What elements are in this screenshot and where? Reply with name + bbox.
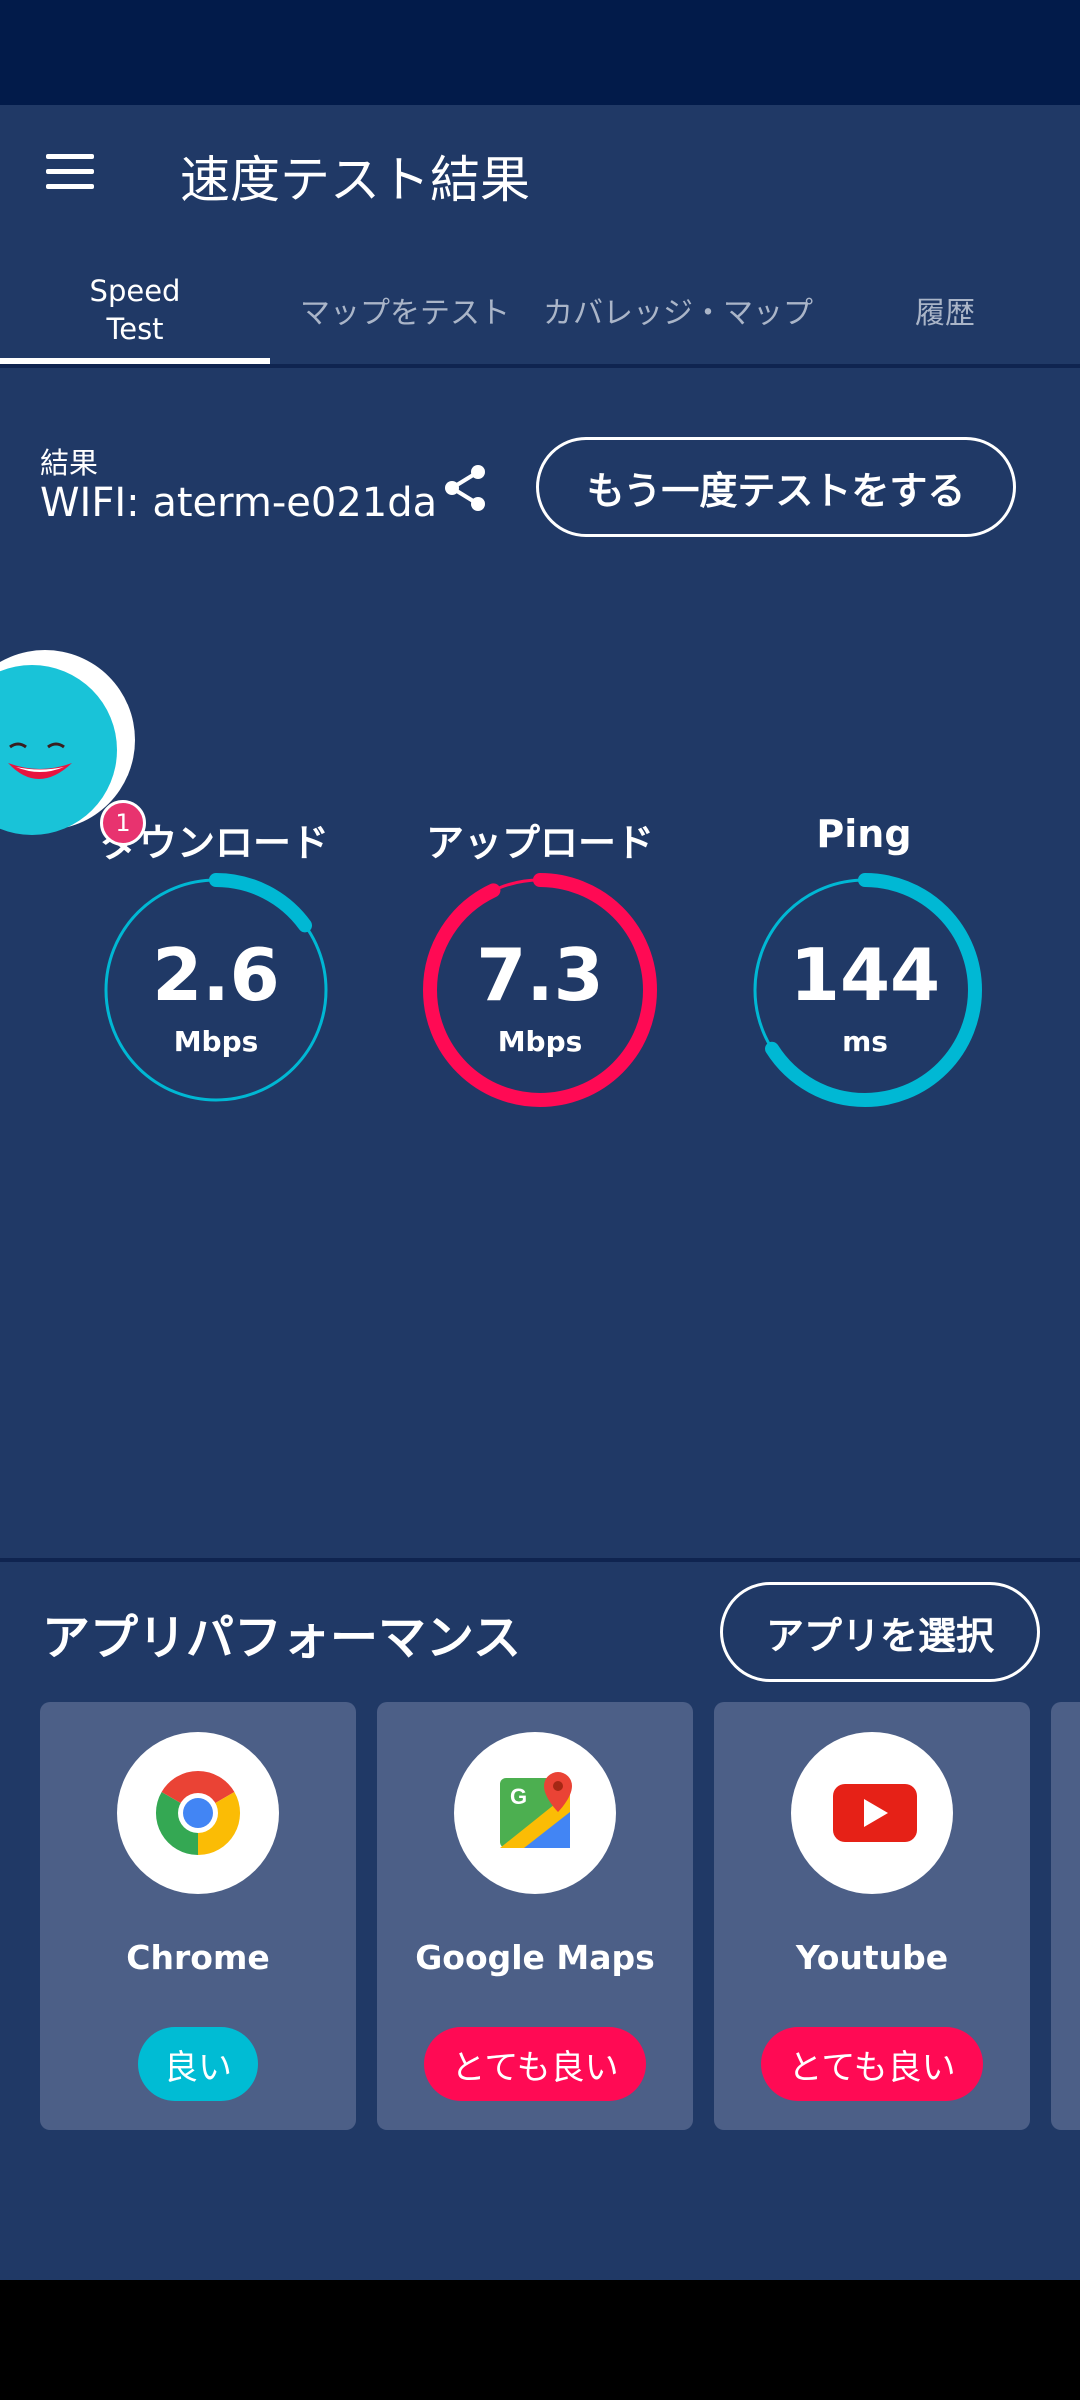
rating-badge: 良い: [138, 2027, 258, 2101]
notification-badge: 1: [100, 800, 146, 846]
ping-unit: ms: [842, 1025, 888, 1058]
tab-history-label: 履歴: [915, 296, 975, 331]
ping-value: 144: [789, 933, 941, 1017]
upload-unit: Mbps: [497, 1025, 583, 1058]
tab-coverage-map-label: カバレッジ・マップ: [543, 296, 813, 331]
tab-speed-test[interactable]: Speed Test: [0, 255, 270, 365]
section-divider: [0, 1558, 1080, 1562]
tab-speed-test-label: Speed Test: [89, 274, 181, 346]
app-card-chrome[interactable]: Chrome 良い: [40, 1702, 356, 2130]
tab-test-map-label: マップをテスト: [300, 296, 510, 331]
network-name: WIFI: aterm-e021da: [40, 480, 438, 526]
upload-value: 7.3: [476, 933, 604, 1017]
youtube-icon: [791, 1732, 953, 1894]
rating-badge: とても良い: [761, 2027, 983, 2101]
svg-text:G: G: [510, 1784, 527, 1809]
tab-test-map[interactable]: マップをテスト: [280, 255, 530, 365]
page-title: 速度テスト結果: [180, 151, 530, 209]
app-performance-title: アプリパフォーマンス: [42, 1610, 522, 1666]
chrome-icon: [117, 1732, 279, 1894]
system-navigation-bar: [0, 2280, 1080, 2400]
app-card-partial[interactable]: [1051, 1702, 1080, 2130]
upload-gauge: 7.3 Mbps: [415, 865, 665, 1115]
ping-gauge: 144 ms: [740, 865, 990, 1115]
share-icon[interactable]: [440, 462, 492, 514]
upload-label: アップロード: [425, 821, 654, 865]
app-name: Youtube: [795, 1938, 949, 1977]
download-gauge: 2.6 Mbps: [91, 865, 341, 1115]
select-apps-button[interactable]: アプリを選択: [720, 1582, 1040, 1682]
download-value: 2.6: [152, 933, 280, 1017]
google-maps-icon: G: [454, 1732, 616, 1894]
status-bar: [0, 0, 1080, 105]
rating-badge: とても良い: [424, 2027, 646, 2101]
download-unit: Mbps: [173, 1025, 259, 1058]
tab-coverage-map[interactable]: カバレッジ・マップ: [538, 255, 818, 365]
hamburger-menu-icon[interactable]: [46, 154, 94, 190]
app-card-google-maps[interactable]: G Google Maps とても良い: [377, 1702, 693, 2130]
app-card-youtube[interactable]: Youtube とても良い: [714, 1702, 1030, 2130]
tab-bar: Speed Test マップをテスト カバレッジ・マップ 履歴: [0, 255, 1080, 365]
tab-divider: [0, 364, 1080, 368]
app-name: Chrome: [126, 1938, 270, 1977]
result-caption: 結果: [40, 446, 99, 480]
ping-label: Ping: [816, 812, 912, 856]
app-name: Google Maps: [415, 1938, 655, 1977]
retest-button[interactable]: もう一度テストをする: [536, 437, 1016, 537]
tab-history[interactable]: 履歴: [850, 255, 1040, 365]
